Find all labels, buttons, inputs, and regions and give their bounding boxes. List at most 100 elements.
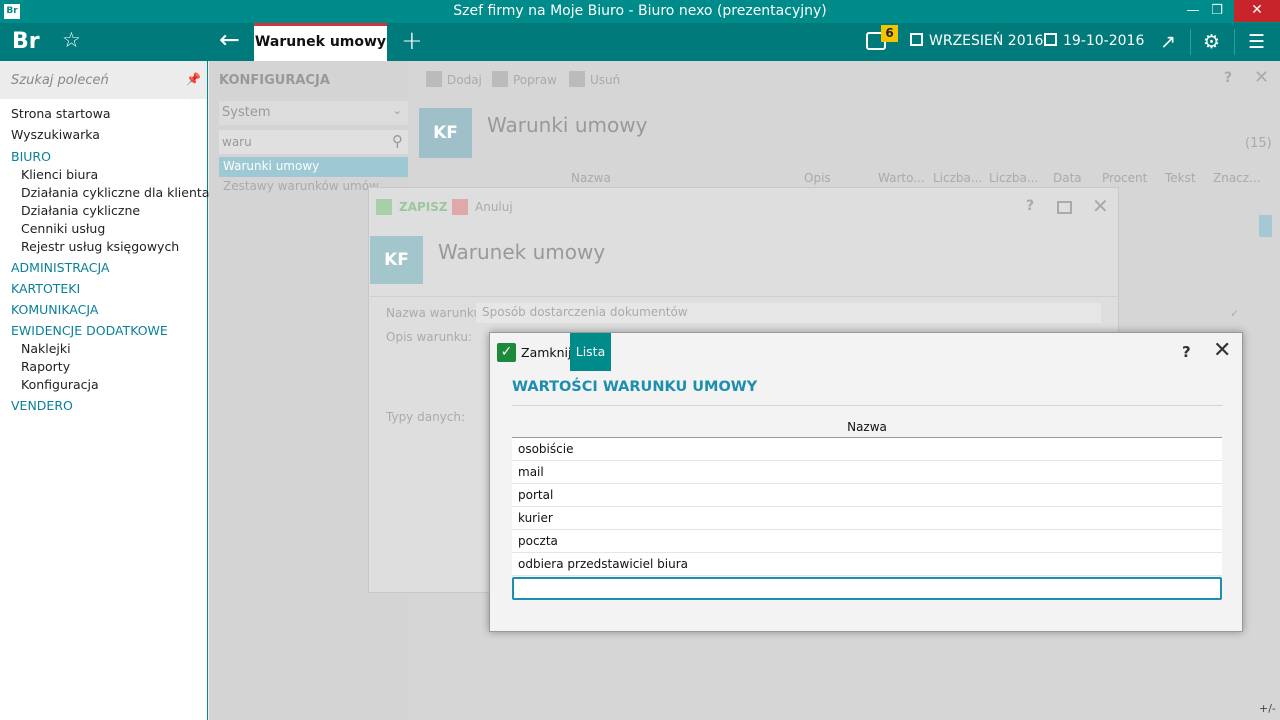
name-field[interactable]: Sposób dostarczenia dokumentów — [476, 303, 1101, 323]
table-row[interactable]: portal — [512, 484, 1222, 507]
column-header[interactable]: Data — [1053, 171, 1082, 185]
period-label: WRZESIEŃ 2016 — [929, 33, 1044, 49]
maximize-icon[interactable] — [1057, 201, 1072, 214]
add-tab-icon[interactable]: + — [401, 26, 423, 56]
description-label: Opis warunku: — [386, 330, 473, 344]
sidebar-item[interactable]: EWIDENCJE DODATKOWE — [0, 322, 207, 340]
sidebar-item[interactable]: Strona startowa — [0, 105, 207, 124]
column-header[interactable]: Procent — [1102, 171, 1147, 185]
close-icon[interactable]: ✕ — [1234, 0, 1280, 22]
table-row[interactable]: odbiera przedstawiciel biura — [512, 553, 1222, 576]
close-button[interactable]: Zamknij — [521, 345, 572, 360]
column-header[interactable]: Liczba... — [933, 171, 982, 185]
brand-logo[interactable]: Br — [12, 29, 40, 54]
sidebar-item[interactable]: Rejestr usług księgowych — [0, 238, 207, 256]
sidebar-item[interactable]: Raporty — [0, 358, 207, 376]
signpost-icon[interactable]: ↗ — [1160, 31, 1176, 53]
period-selector[interactable]: WRZESIEŃ 2016 — [910, 33, 1043, 49]
add-label: Dodaj — [447, 73, 482, 87]
back-arrow-icon[interactable]: ← — [219, 25, 240, 54]
config-search-value: waru — [222, 135, 252, 149]
cancel-button[interactable]: Anuluj — [475, 200, 513, 214]
header-divider — [1190, 29, 1191, 55]
calendar-icon — [910, 33, 923, 46]
values-dialog: ✓ Zamknij Lista ? ✕ WARTOŚCI WARUNKU UMO… — [489, 332, 1243, 632]
record-count: (15) — [1245, 136, 1272, 151]
close-icon[interactable]: ✕ — [1213, 338, 1231, 363]
sidebar-item[interactable]: Naklejki — [0, 340, 207, 358]
column-header[interactable]: Tekst — [1165, 171, 1196, 185]
help-icon[interactable]: ? — [1182, 343, 1191, 361]
table-row[interactable]: kurier — [512, 507, 1222, 530]
window-titlebar: Br Szef firmy na Moje Biuro - Biuro nexo… — [0, 0, 1280, 23]
save-check-icon[interactable] — [376, 199, 392, 215]
sidebar-item[interactable]: Działania cykliczne — [0, 202, 207, 220]
config-search-input[interactable]: waru ⚲ — [219, 130, 408, 154]
minimize-icon[interactable]: — — [1182, 0, 1204, 22]
command-search[interactable]: Szukaj poleceń 📌 — [0, 61, 207, 99]
restore-icon[interactable]: ❐ — [1206, 0, 1228, 22]
dialog-heading: WARTOŚCI WARUNKU UMOWY — [512, 379, 758, 395]
avatar: KF — [370, 236, 423, 284]
dialog-title: Warunek umowy — [438, 240, 606, 264]
delete-label: Usuń — [590, 73, 621, 87]
column-header[interactable]: Opis — [804, 171, 831, 185]
column-header[interactable]: Znacz... — [1213, 171, 1261, 185]
help-icon[interactable]: ? — [1026, 198, 1034, 214]
search-placeholder[interactable]: Szukaj poleceń — [11, 73, 109, 88]
sidebar: Szukaj poleceń 📌 Strona startowa Wyszukiw… — [0, 61, 209, 720]
sidebar-item[interactable]: Klienci biura — [0, 166, 207, 184]
hamburger-menu-icon[interactable]: ☰ — [1248, 31, 1265, 53]
column-header[interactable]: Warto... — [878, 171, 925, 185]
column-header-nazwa[interactable]: Nazwa — [512, 420, 1222, 434]
check-icon: ✓ — [1230, 307, 1240, 320]
sidebar-item[interactable]: KOMUNIKACJA — [0, 301, 207, 319]
date-selector[interactable]: 19-10-2016 — [1044, 33, 1144, 49]
check-icon[interactable]: ✓ — [497, 343, 516, 362]
sidebar-item[interactable]: BIURO — [0, 148, 207, 166]
new-value-input[interactable] — [512, 577, 1222, 600]
table-row[interactable]: osobiście — [512, 438, 1222, 461]
name-label: Nazwa warunku: — [386, 306, 486, 320]
sidebar-item[interactable]: ADMINISTRACJA — [0, 259, 207, 277]
sidebar-nav: Strona startowa Wyszukiwarka BIURO Klienci … — [0, 103, 209, 415]
star-icon[interactable]: ☆ — [62, 28, 81, 52]
values-table: osobiście mail portal kurier poczta odbiera p… — [512, 437, 1222, 576]
save-button[interactable]: ZAPISZ — [399, 200, 448, 214]
calendar-icon — [1044, 33, 1057, 46]
search-icon[interactable]: ⚲ — [392, 132, 403, 150]
sidebar-item[interactable]: Działania cykliczne dla klienta — [0, 184, 209, 202]
gear-icon[interactable]: ⚙ — [1203, 31, 1220, 53]
selected-row-highlight[interactable] — [1259, 215, 1272, 237]
config-item-warunki-umowy[interactable]: Warunki umowy — [219, 157, 408, 177]
table-row[interactable]: poczta — [512, 530, 1222, 553]
config-item-zestawy[interactable]: Zestawy warunków umów — [223, 179, 379, 193]
sidebar-item[interactable]: KARTOTEKI — [0, 280, 207, 298]
notification-badge: 6 — [881, 25, 898, 42]
sidebar-item[interactable]: Wyszukiwarka — [0, 126, 207, 145]
add-button[interactable]: Dodaj — [426, 71, 482, 87]
column-header[interactable]: Nazwa — [571, 171, 611, 185]
divider — [370, 296, 1117, 297]
window-title: Szef firmy na Moje Biuro - Biuro nexo (p… — [453, 3, 827, 19]
close-icon[interactable]: ✕ — [1254, 67, 1269, 88]
help-icon[interactable]: ? — [1224, 70, 1232, 86]
cancel-x-icon[interactable] — [452, 199, 468, 215]
tab-lista[interactable]: Lista — [570, 333, 611, 371]
pin-icon[interactable]: 📌 — [186, 72, 201, 86]
column-header[interactable]: Liczba... — [989, 171, 1038, 185]
edit-button[interactable]: Popraw — [492, 71, 557, 87]
tab-warunek-umowy[interactable]: Warunek umowy — [254, 23, 387, 61]
date-label: 19-10-2016 — [1063, 33, 1145, 49]
divider — [512, 405, 1223, 406]
sidebar-item[interactable]: VENDERO — [0, 397, 207, 415]
data-types-label: Typy danych: — [386, 410, 466, 424]
delete-button[interactable]: Usuń — [569, 71, 620, 87]
column-toggle[interactable]: +/- — [1259, 702, 1276, 715]
close-icon[interactable]: ✕ — [1092, 194, 1109, 218]
list-title: Warunki umowy — [487, 113, 648, 137]
module-select[interactable]: System ⌄ — [219, 101, 408, 125]
sidebar-item[interactable]: Konfiguracja — [0, 376, 207, 394]
table-row[interactable]: mail — [512, 461, 1222, 484]
sidebar-item[interactable]: Cenniki usług — [0, 220, 207, 238]
